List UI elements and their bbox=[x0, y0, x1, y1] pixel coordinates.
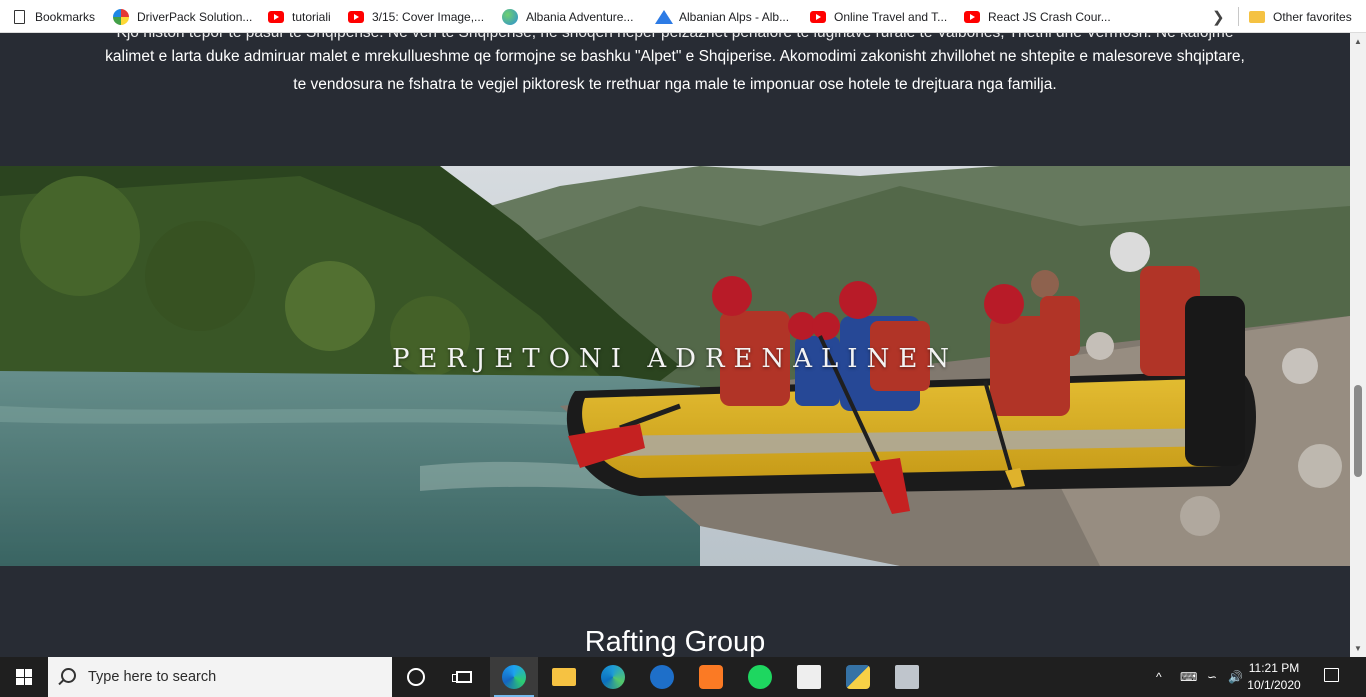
search-placeholder: Type here to search bbox=[88, 669, 217, 685]
wifi-icon: ∽ bbox=[1207, 670, 1218, 684]
globe-icon bbox=[502, 8, 518, 25]
section-heading: Rafting Group bbox=[584, 626, 766, 658]
youtube-icon bbox=[810, 10, 826, 23]
task-view-icon bbox=[452, 671, 472, 683]
python-icon bbox=[846, 665, 870, 689]
mountain-icon bbox=[655, 9, 673, 24]
file-explorer-icon bbox=[552, 668, 576, 686]
intro-section: Kjo histori tepor te pasur te Shqiperise… bbox=[0, 33, 1350, 166]
youtube-icon bbox=[268, 10, 284, 23]
bookmark-label: DriverPack Solution... bbox=[137, 9, 253, 24]
youtube-icon bbox=[964, 10, 980, 23]
scroll-down-icon[interactable]: ▼ bbox=[1354, 644, 1362, 653]
taskbar-app-python[interactable] bbox=[834, 657, 882, 697]
intro-line: kalimet e larta duke admiruar malet e mr… bbox=[105, 48, 1245, 65]
network-app-icon bbox=[895, 665, 919, 689]
bookmark-label: tutoriali bbox=[292, 9, 331, 24]
chevron-right-icon[interactable]: ❯ bbox=[1212, 8, 1225, 26]
clock-time: 11:21 PM bbox=[1248, 661, 1300, 675]
intro-line: te vendosura ne fshatra te vegjel piktor… bbox=[293, 76, 1057, 93]
hero-title: PERJETONI ADRENALINEN bbox=[391, 344, 959, 374]
spotify-icon bbox=[748, 665, 772, 689]
scroll-up-icon[interactable]: ▲ bbox=[1354, 37, 1362, 46]
counter-strike-icon bbox=[797, 665, 821, 689]
other-favorites-label: Other favorites bbox=[1273, 9, 1352, 24]
taskbar-app-explorer[interactable] bbox=[540, 657, 588, 697]
tray-input-indicator[interactable]: ⌨ bbox=[1180, 657, 1197, 697]
tray-volume[interactable]: 🔊 bbox=[1228, 657, 1243, 697]
cortana-icon bbox=[407, 668, 425, 686]
task-view-button[interactable] bbox=[440, 657, 488, 697]
search-icon bbox=[61, 668, 76, 683]
volume-icon: 🔊 bbox=[1228, 670, 1243, 684]
taskbar-app-browser[interactable] bbox=[638, 657, 686, 697]
chevron-up-icon: ^ bbox=[1156, 670, 1162, 684]
taskbar-app-xampp[interactable] bbox=[687, 657, 735, 697]
bookmark-label: 3/15: Cover Image,... bbox=[372, 9, 485, 24]
tray-overflow-button[interactable]: ^ bbox=[1156, 657, 1162, 697]
tray-network[interactable]: ∽ bbox=[1207, 657, 1217, 697]
windows-taskbar: Type here to search ^ ⌨ ∽ 🔊 11:21 PM 10/… bbox=[0, 657, 1366, 697]
taskbar-app-network[interactable] bbox=[883, 657, 931, 697]
page-icon bbox=[14, 9, 25, 24]
folder-icon bbox=[1249, 10, 1265, 23]
bookmark-label: Bookmarks bbox=[35, 9, 96, 24]
bookmark-label: Albanian Alps - Alb... bbox=[679, 9, 790, 24]
taskbar-app-spotify[interactable] bbox=[736, 657, 784, 697]
bookmark-label: Online Travel and T... bbox=[834, 9, 948, 24]
bookmark-item[interactable]: Albania Adventure... bbox=[502, 0, 633, 33]
bookmark-item[interactable]: React JS Crash Cour... bbox=[964, 0, 1111, 33]
bookmark-item[interactable]: Online Travel and T... bbox=[810, 0, 947, 33]
clock-date: 10/1/2020 bbox=[1247, 678, 1301, 692]
notification-icon[interactable] bbox=[1324, 668, 1339, 682]
rafting-section: Rafting Group bbox=[0, 566, 1350, 658]
bookmark-item[interactable]: Bookmarks bbox=[12, 0, 95, 33]
taskbar-app-counter-strike[interactable] bbox=[785, 657, 833, 697]
hero-banner: PERJETONI ADRENALINEN bbox=[0, 166, 1350, 566]
bookmarks-separator bbox=[1238, 7, 1239, 26]
scrollbar-thumb[interactable] bbox=[1354, 385, 1362, 477]
youtube-icon bbox=[348, 10, 364, 23]
browser-icon bbox=[650, 665, 674, 689]
windows-logo-icon bbox=[16, 669, 32, 685]
vertical-scrollbar[interactable]: ▲ ▼ bbox=[1350, 33, 1366, 657]
xampp-icon bbox=[699, 665, 723, 689]
start-button[interactable] bbox=[0, 657, 48, 697]
bookmark-item[interactable]: Albanian Alps - Alb... bbox=[655, 0, 789, 33]
bookmarks-bar: Bookmarks DriverPack Solution... tutoria… bbox=[0, 0, 1366, 33]
keyboard-icon: ⌨ bbox=[1180, 670, 1198, 684]
bookmark-label: Albania Adventure... bbox=[526, 9, 634, 24]
bookmark-item[interactable]: DriverPack Solution... bbox=[113, 0, 252, 33]
taskbar-app-edge-beta[interactable] bbox=[589, 657, 637, 697]
other-favorites[interactable]: Other favorites bbox=[1249, 0, 1352, 33]
bookmark-item[interactable]: 3/15: Cover Image,... bbox=[348, 0, 484, 33]
taskbar-app-edge[interactable] bbox=[490, 657, 538, 697]
edge-beta-icon bbox=[601, 665, 625, 689]
edge-icon bbox=[502, 665, 526, 689]
bookmark-label: React JS Crash Cour... bbox=[988, 9, 1111, 24]
bookmark-item[interactable]: tutoriali bbox=[268, 0, 331, 33]
taskbar-clock[interactable]: 11:21 PM 10/1/2020 bbox=[1246, 660, 1302, 694]
driverpack-icon bbox=[113, 8, 129, 25]
taskbar-search-box[interactable]: Type here to search bbox=[48, 657, 392, 697]
cortana-button[interactable] bbox=[392, 657, 440, 697]
